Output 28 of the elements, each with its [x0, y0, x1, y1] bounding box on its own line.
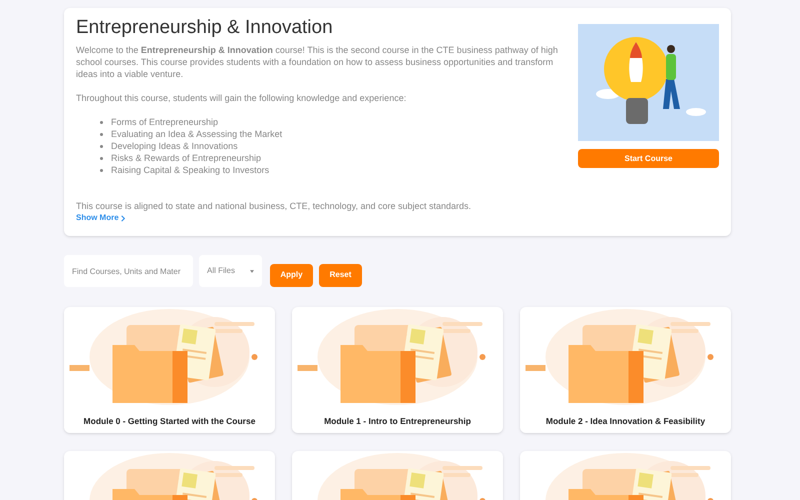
topic-item: Risks & Rewards of Entrepreneurship — [111, 152, 262, 164]
bullet-icon — [100, 144, 103, 148]
bullet-icon — [100, 168, 103, 172]
module-card[interactable]: Module 1 - Intro to Entrepreneurship — [292, 307, 503, 433]
show-more-link[interactable]: Show More — [76, 212, 125, 224]
topic-item: Raising Capital & Speaking to Investors — [111, 164, 270, 176]
module-title: Module 0 - Getting Started with the Course — [84, 415, 256, 428]
bullet-icon — [100, 156, 103, 160]
course-lead: Throughout this course, students will gain the following knowledge and experience: — [76, 92, 408, 104]
start-course-button[interactable]: Start Course — [578, 149, 719, 168]
bullet-icon — [100, 132, 103, 136]
reset-button[interactable]: Reset — [319, 264, 362, 286]
bullet-icon — [100, 120, 103, 124]
topic-item: Evaluating an Idea & Assessing the Market — [111, 128, 282, 140]
caret-icon — [250, 270, 254, 272]
course-title: Entrepreneurship & Innovation — [76, 16, 334, 40]
module-title: Module 1 - Intro to Entrepreneurship — [324, 415, 471, 428]
chevron-icon — [120, 214, 125, 222]
topic-item: Developing Ideas & Innovations — [111, 140, 238, 152]
module-card[interactable]: Module 2 - Idea Innovation & Feasibility — [520, 307, 731, 433]
course-intro: Welcome to the Entrepreneurship & Innovation course! This is the second course in the CTE business pathway of high school courses. This course provides students with a foundation on how to assess business opportunities and transform ideas into a viable venture. — [76, 44, 559, 80]
standards-text: This course is aligned to state and national business, CTE, technology, and core subject standards. — [76, 200, 472, 212]
topic-item: Forms of Entrepreneurship — [111, 116, 218, 128]
module-card[interactable]: Module 0 - Getting Started with the Course — [64, 307, 275, 433]
apply-button[interactable]: Apply — [270, 264, 313, 286]
file-type-dropdown[interactable]: All Files — [199, 255, 262, 287]
search-field[interactable]: Find Courses, Units and Mater — [64, 255, 193, 287]
module-title: Module 2 - Idea Innovation & Feasibility — [546, 415, 706, 428]
